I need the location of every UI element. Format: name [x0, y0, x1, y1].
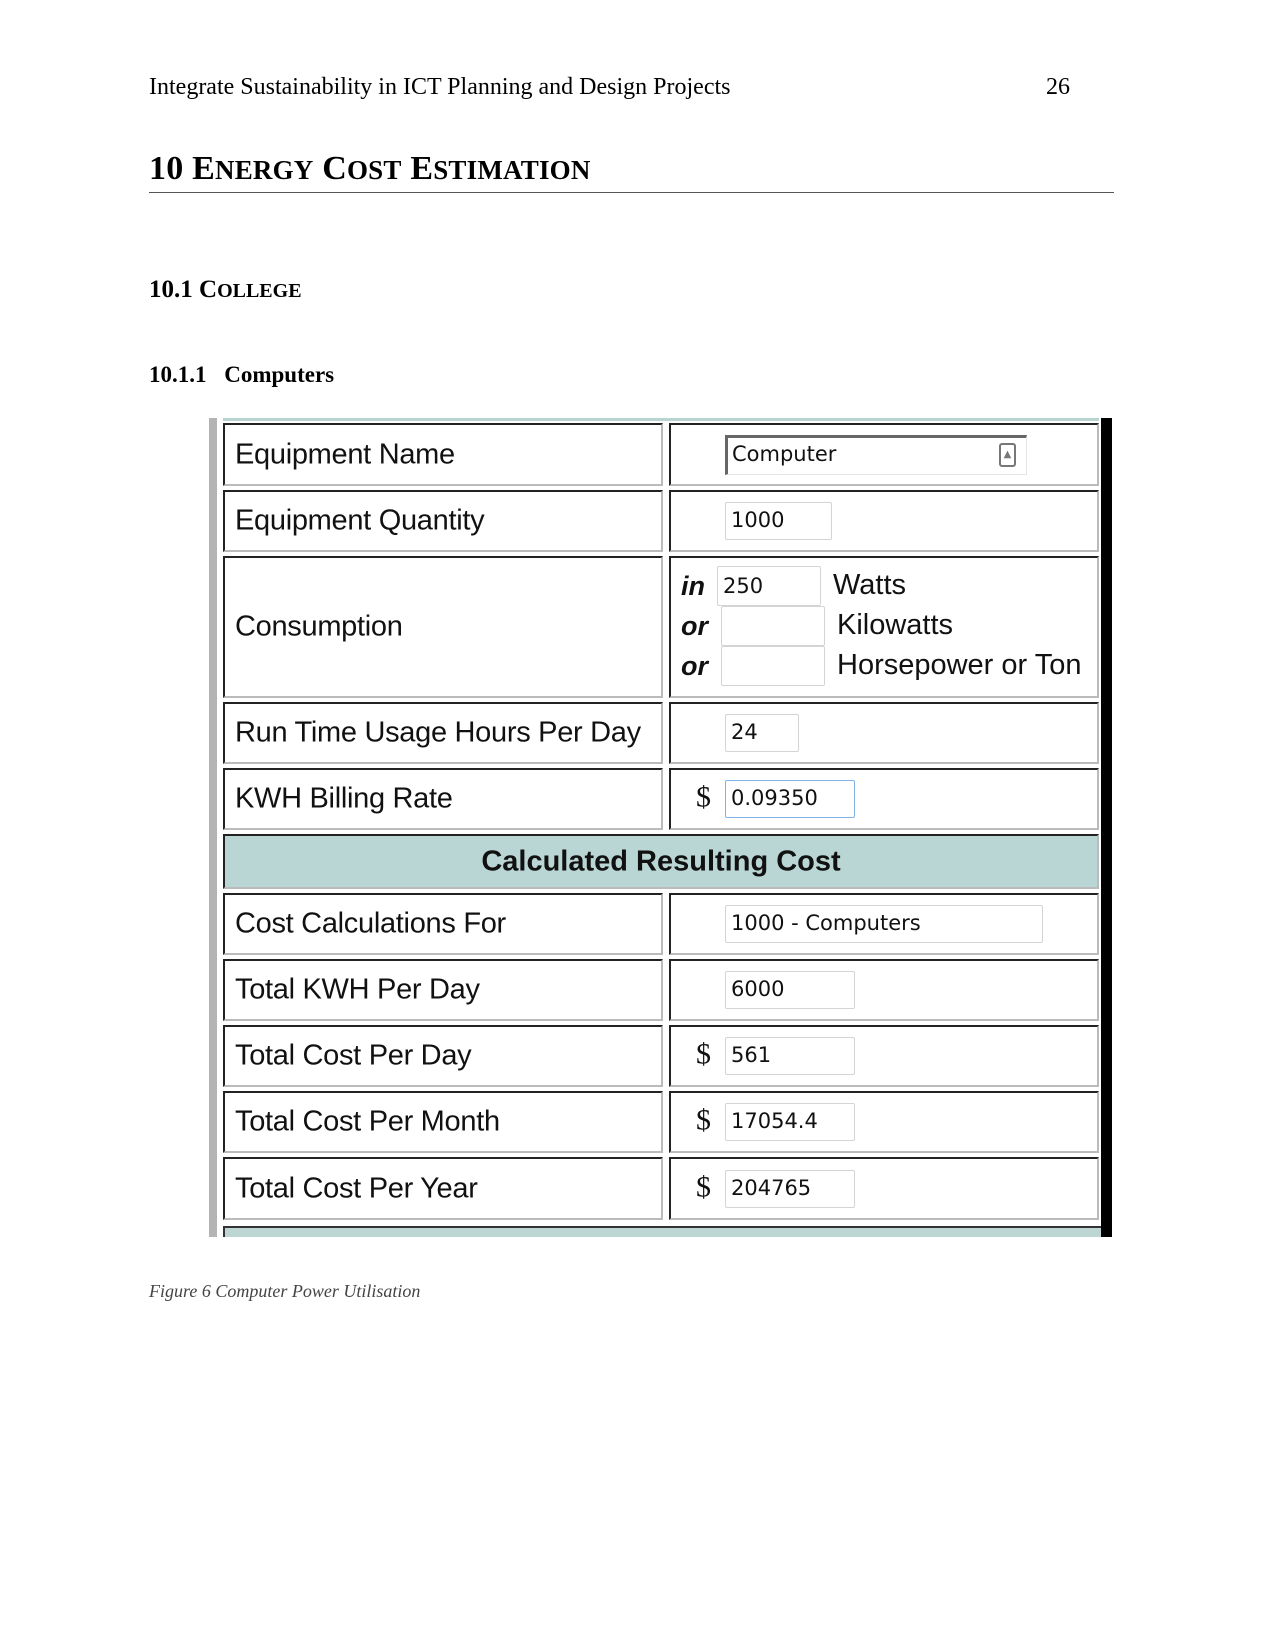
figure-caption: Figure 6 Computer Power Utilisation: [149, 1281, 421, 1301]
consumption-horsepower-line: or Horsepower or Ton: [681, 646, 1091, 686]
consumption-label: Consumption: [235, 610, 403, 643]
page-number: 26: [1046, 74, 1070, 100]
row-kwh-per-day: Total KWH Per Day 6000: [223, 959, 1099, 1021]
row-equipment-name: Equipment Name Computer ▲: [223, 423, 1099, 486]
chapter-number: 10: [149, 150, 184, 187]
kwh-per-day-field[interactable]: 6000: [725, 971, 855, 1009]
kilowatts-input[interactable]: [721, 606, 825, 646]
equipment-quantity-input[interactable]: 1000: [725, 502, 832, 540]
equipment-quantity-label: Equipment Quantity: [235, 504, 485, 537]
running-head: Integrate Sustainability in ICT Planning…: [149, 74, 731, 100]
figure-right-border: [1101, 418, 1112, 1237]
section-title: COLLEGE: [199, 276, 302, 303]
figure-bottom-strip: [223, 1226, 1101, 1237]
dollar-sign: $: [696, 780, 711, 814]
consumption-kilowatts-line: or Kilowatts: [681, 606, 1091, 646]
cost-per-month-label: Total Cost Per Month: [235, 1105, 500, 1138]
row-equipment-quantity: Equipment Quantity 1000: [223, 490, 1099, 552]
section-heading: 10.1 COLLEGE: [149, 276, 302, 304]
spinner-icon[interactable]: ▲: [999, 442, 1016, 467]
horsepower-unit: Horsepower or Ton: [837, 649, 1082, 681]
chapter-heading: 10 ENERGY COST ESTIMATION: [149, 150, 591, 188]
equipment-name-label: Equipment Name: [235, 438, 455, 470]
chapter-word-3: ESTIMATION: [410, 150, 591, 187]
subsection-heading: 10.1.1 Computers: [149, 362, 334, 388]
heading-rule: [149, 192, 1114, 193]
row-cost-per-day: Total Cost Per Day $ 561: [223, 1025, 1099, 1087]
consumption-watts-line: in 250 Watts: [681, 566, 1091, 606]
figure-left-border: [209, 418, 217, 1237]
subsection-title: Computers: [224, 362, 335, 387]
cost-per-year-field[interactable]: 204765: [725, 1169, 855, 1208]
chapter-word-1: ENERGY: [192, 150, 314, 187]
row-cost-per-year: Total Cost Per Year $ 204765: [223, 1157, 1099, 1220]
cost-for-field[interactable]: 1000 - Computers: [725, 905, 1043, 943]
results-header: Calculated Resulting Cost: [481, 845, 841, 877]
horsepower-input[interactable]: [721, 646, 825, 686]
dollar-sign: $: [696, 1103, 711, 1137]
row-cost-for: Cost Calculations For 1000 - Computers: [223, 893, 1099, 955]
subsection-number: 10.1.1: [149, 362, 207, 387]
kilowatts-unit: Kilowatts: [837, 609, 954, 641]
run-time-input[interactable]: 24: [725, 714, 799, 752]
watts-input[interactable]: 250: [717, 566, 821, 606]
billing-rate-input[interactable]: 0.09350: [725, 780, 855, 818]
cost-per-day-label: Total Cost Per Day: [235, 1039, 472, 1072]
row-billing-rate: KWH Billing Rate $ 0.09350: [223, 768, 1099, 830]
row-run-time: Run Time Usage Hours Per Day 24: [223, 702, 1099, 764]
section-number: 10.1: [149, 276, 193, 303]
consumption-keyword: in: [681, 571, 705, 601]
energy-calculator-figure: Equipment Name Computer ▲ Equipment Quan…: [209, 418, 1112, 1237]
cost-per-month-field[interactable]: 17054.4: [725, 1103, 855, 1141]
dollar-sign: $: [696, 1169, 711, 1203]
kwh-per-day-label: Total KWH Per Day: [235, 973, 480, 1006]
figure-top-strip: [223, 418, 1099, 421]
cost-per-day-field[interactable]: 561: [725, 1037, 855, 1075]
chapter-word-2: COST: [322, 150, 402, 187]
watts-unit: Watts: [833, 569, 907, 601]
billing-rate-label: KWH Billing Rate: [235, 782, 453, 815]
run-time-label: Run Time Usage Hours Per Day: [235, 716, 641, 749]
dollar-sign: $: [696, 1037, 711, 1071]
consumption-keyword: or: [681, 651, 708, 681]
row-cost-per-month: Total Cost Per Month $ 17054.4: [223, 1091, 1099, 1153]
cost-for-label: Cost Calculations For: [235, 907, 506, 940]
results-header-row: Calculated Resulting Cost: [223, 834, 1099, 889]
cost-per-year-label: Total Cost Per Year: [235, 1172, 478, 1204]
consumption-keyword: or: [681, 611, 708, 641]
row-consumption: Consumption in 250 Watts or Kilowatts or…: [223, 556, 1099, 698]
equipment-name-select[interactable]: Computer ▲: [725, 434, 1027, 475]
